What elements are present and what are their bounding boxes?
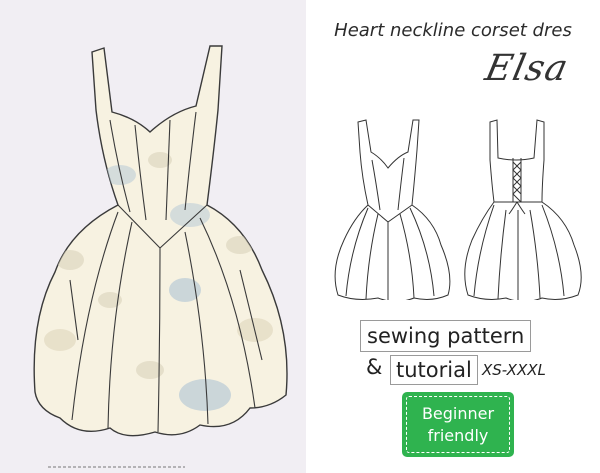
badge-content: Beginner friendly [406,396,510,453]
badge-line-2: friendly [427,426,489,445]
back-view-sketch [464,119,582,300]
product-title: Heart neckline corset dres [334,20,572,41]
badge-line-1: Beginner [421,404,495,423]
tutorial-label: tutorial [390,355,478,385]
sewing-pattern-label: sewing pattern [360,320,532,352]
dress-shape [33,45,288,437]
product-card: Heart neckline corset dres Elsa sewing p… [0,0,600,473]
beginner-friendly-badge: Beginner friendly [402,392,514,457]
colored-dress-image [33,45,288,468]
pattern-info-panel: Heart neckline corset dres Elsa sewing p… [306,0,600,473]
technical-flats [334,119,582,300]
pattern-name: Elsa [481,48,573,89]
front-view-sketch [334,119,451,300]
size-range-label: XS-XXXL [482,361,546,379]
dress-illustration-panel [0,0,306,473]
ampersand-label: & [366,355,383,379]
